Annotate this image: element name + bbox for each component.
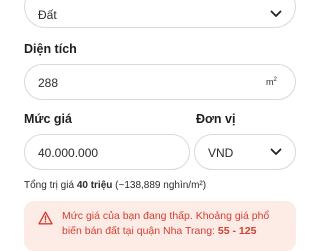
total-price-text: Tổng trị giá 40 triệu (~138,889 nghìn/m²… [24,180,206,191]
total-prefix: Tổng trị giá [24,180,77,191]
warning-price-range: 55 - 125 [217,225,257,237]
price-label: Mức giá [24,112,72,126]
area-unit: m2 [266,77,277,87]
price-warning-text: Mức giá của bạn đang thấp. Khoảng giá ph… [62,209,288,239]
price-warning-box: Mức giá của bạn đang thấp. Khoảng giá ph… [24,201,296,251]
currency-label: Đơn vị [196,112,236,126]
area-unit-exponent: 2 [273,77,277,83]
total-amount: 40 triệu [76,180,113,191]
area-label: Diện tích [24,42,77,56]
chevron-down-icon[interactable] [270,10,282,18]
price-value: 40.000.000 [38,146,99,160]
area-value: 288 [38,76,59,90]
total-per-unit: (~138,889 nghìn/m²) [112,180,207,191]
property-type-value: Đất [38,8,57,22]
area-unit-base: m [266,77,274,87]
warning-icon [38,211,53,225]
currency-value: VND [208,146,234,160]
chevron-down-icon[interactable] [270,148,282,156]
area-input[interactable] [24,64,296,100]
property-type-select[interactable] [24,0,296,28]
